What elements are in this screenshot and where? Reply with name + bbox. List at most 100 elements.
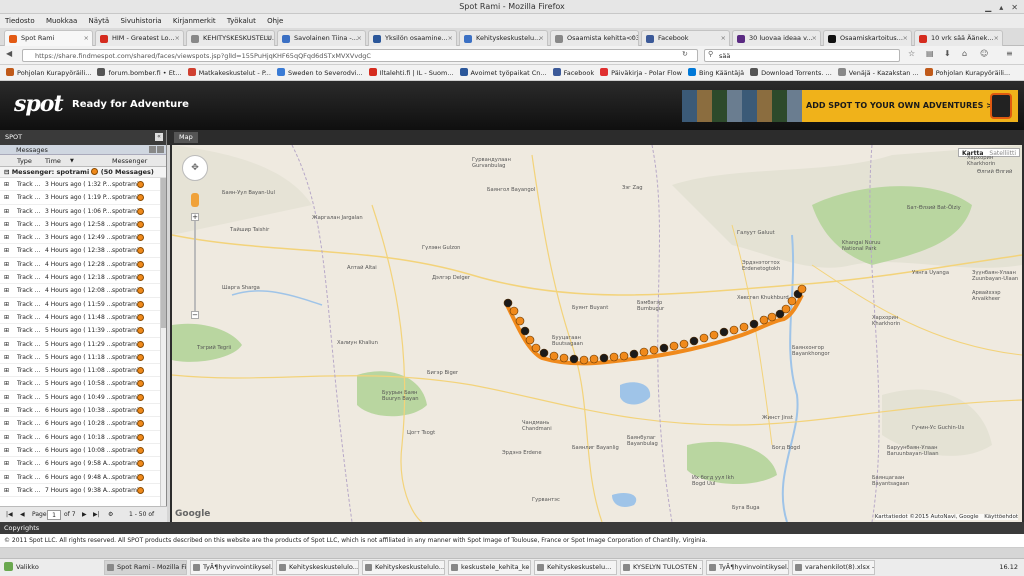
row-expand-icon[interactable]: ⊞: [4, 417, 9, 430]
message-row[interactable]: ⊞ Track ... 4 Hours ago ( 11:48 ... spotram…: [0, 311, 160, 325]
track-point-marker[interactable]: [609, 352, 619, 362]
track-point-marker[interactable]: [531, 343, 541, 353]
track-point-marker[interactable]: [749, 319, 759, 329]
tab-7[interactable]: Facebook ×: [641, 30, 730, 46]
next-page-icon[interactable]: ▶: [82, 507, 87, 523]
taskbar-item[interactable]: Spot Rami - Mozilla Fi...: [104, 560, 187, 575]
bookmark-item[interactable]: Päiväkirja - Polar Flow: [600, 65, 682, 80]
row-expand-icon[interactable]: ⊞: [4, 284, 9, 297]
tab-10[interactable]: 10 vrk sää Äänek... ×: [914, 30, 1003, 46]
terms-link[interactable]: Käyttöehdot: [984, 514, 1018, 520]
tab-0[interactable]: Spot Rami ×: [4, 30, 93, 46]
bookmark-item[interactable]: Iltalehti.fi | IL - Suom...: [368, 65, 454, 80]
track-point-marker[interactable]: [520, 326, 530, 336]
messenger-group[interactable]: ⊟ Messenger: spotrami (50 Messages): [0, 167, 166, 178]
expand-icon[interactable]: ⊟: [4, 168, 9, 176]
message-row[interactable]: ⊞ Track ... 4 Hours ago ( 12:28 ... spotram…: [0, 258, 160, 272]
row-expand-icon[interactable]: ⊞: [4, 404, 9, 417]
bookmark-item[interactable]: Avoimet työpaikat Cn...: [459, 65, 547, 80]
spot-logo[interactable]: spot: [14, 91, 64, 117]
message-row[interactable]: ⊞ Track ... 6 Hours ago ( 10:18 ... spotram…: [0, 431, 160, 444]
row-expand-icon[interactable]: ⊞: [4, 457, 9, 470]
track-point-marker[interactable]: [729, 325, 739, 335]
menu-tools[interactable]: Työkalut: [227, 17, 256, 25]
tab-5[interactable]: Kehityskeskustelu... ×: [459, 30, 548, 46]
menu-edit[interactable]: Muokkaa: [46, 17, 77, 25]
row-expand-icon[interactable]: ⊞: [4, 298, 9, 311]
bookmark-item[interactable]: Pohjolan Kurapyöräili...: [924, 65, 1010, 80]
bookmark-star-icon[interactable]: ☆: [908, 49, 915, 58]
taskbar-item[interactable]: Kehityskeskustelulo...: [362, 560, 445, 575]
tab-close-icon[interactable]: ×: [448, 31, 453, 46]
message-row[interactable]: ⊞ Track ... 5 Hours ago ( 11:08 ... spotram…: [0, 364, 160, 378]
message-row[interactable]: ⊞ Track ... 3 Hours ago ( 1:06 P... spotram…: [0, 205, 160, 218]
track-point-marker[interactable]: [539, 348, 549, 358]
row-expand-icon[interactable]: ⊞: [4, 484, 9, 497]
menu-view[interactable]: Näytä: [89, 17, 110, 25]
taskbar-item[interactable]: TyÃ¶hyvinvointikysel...: [706, 560, 789, 575]
last-page-icon[interactable]: ▶|: [93, 507, 100, 523]
menu-file[interactable]: Tiedosto: [5, 17, 35, 25]
row-expand-icon[interactable]: ⊞: [4, 205, 9, 218]
tab-close-icon[interactable]: ×: [175, 31, 180, 46]
row-expand-icon[interactable]: ⊞: [4, 338, 9, 351]
maximize-icon[interactable]: ▴: [999, 3, 1003, 12]
row-expand-icon[interactable]: ⊞: [4, 244, 9, 257]
taskbar-item[interactable]: varahenkilot(8).xlsx - ...: [792, 560, 875, 575]
track-point-marker[interactable]: [719, 327, 729, 337]
message-row[interactable]: ⊞ Track ... 4 Hours ago ( 12:08 ... spotram…: [0, 284, 160, 298]
track-point-marker[interactable]: [599, 353, 609, 363]
menu-bookmarks[interactable]: Kirjanmerkit: [173, 17, 216, 25]
url-bar[interactable]: https://share.findmespot.com/shared/face…: [22, 49, 698, 62]
reload-icon[interactable]: ↻: [682, 50, 688, 58]
tab-close-icon[interactable]: ×: [266, 31, 271, 46]
bookmark-item[interactable]: Sweden to Severodvi...: [276, 65, 363, 80]
track-point-marker[interactable]: [503, 298, 513, 308]
tab-close-icon[interactable]: ×: [539, 31, 544, 46]
track-point-marker[interactable]: [659, 343, 669, 353]
home-icon[interactable]: ⌂: [962, 49, 967, 58]
tab-8[interactable]: 30 luovaa ideaa v... ×: [732, 30, 821, 46]
back-icon[interactable]: ◀: [6, 49, 12, 58]
bookmark-item[interactable]: Venäjä - Kazakstan ...: [837, 65, 919, 80]
menu-help[interactable]: Ohje: [267, 17, 283, 25]
track-point-marker[interactable]: [619, 351, 629, 361]
taskbar-item[interactable]: Kehityskeskustelu...: [534, 560, 617, 575]
row-expand-icon[interactable]: ⊞: [4, 364, 9, 377]
refresh-icon[interactable]: [157, 146, 164, 153]
row-expand-icon[interactable]: ⊞: [4, 444, 9, 457]
message-row[interactable]: ⊞ Track ... 3 Hours ago ( 1:19 P... spotram…: [0, 191, 160, 205]
track-point-marker[interactable]: [549, 351, 559, 361]
zoom-in-icon[interactable]: +: [191, 213, 199, 221]
row-expand-icon[interactable]: ⊞: [4, 351, 9, 364]
message-row[interactable]: ⊞ Track ... 6 Hours ago ( 9:58 A... spotram…: [0, 457, 160, 471]
track-point-marker[interactable]: [699, 333, 709, 343]
tab-1[interactable]: HIM - Greatest Lo... ×: [95, 30, 184, 46]
col-type[interactable]: Type: [17, 155, 32, 167]
page-input[interactable]: 1: [47, 510, 61, 520]
row-expand-icon[interactable]: ⊞: [4, 431, 9, 444]
track-point-marker[interactable]: [525, 335, 535, 345]
message-row[interactable]: ⊞ Track ... 5 Hours ago ( 10:58 ... spotram…: [0, 377, 160, 391]
message-row[interactable]: ⊞ Track ... 4 Hours ago ( 12:18 ... spotram…: [0, 271, 160, 285]
track-point-marker[interactable]: [509, 306, 519, 316]
row-expand-icon[interactable]: ⊞: [4, 191, 9, 204]
track-point-marker[interactable]: [559, 353, 569, 363]
close-icon[interactable]: ✕: [1011, 3, 1018, 12]
row-expand-icon[interactable]: ⊞: [4, 231, 9, 244]
tab-close-icon[interactable]: ×: [357, 31, 362, 46]
bookmark-item[interactable]: forum.bomber.fi • Et...: [97, 65, 182, 80]
zoom-slider[interactable]: [194, 221, 196, 311]
menu-history[interactable]: Sivuhistoria: [120, 17, 161, 25]
tab-close-icon[interactable]: ×: [84, 31, 89, 46]
message-row[interactable]: ⊞ Track ... 6 Hours ago ( 10:38 ... spotram…: [0, 404, 160, 418]
row-expand-icon[interactable]: ⊞: [4, 377, 9, 390]
bookmark-item[interactable]: Facebook: [552, 65, 594, 80]
pan-control-icon[interactable]: ✥: [182, 155, 208, 181]
row-expand-icon[interactable]: ⊞: [4, 311, 9, 324]
track-point-marker[interactable]: [797, 284, 807, 294]
prev-page-icon[interactable]: ◀: [20, 507, 25, 523]
chat-icon[interactable]: ☺: [980, 49, 988, 58]
taskbar-item[interactable]: TyÃ¶hyvinvointikysel...: [190, 560, 273, 575]
map-tab[interactable]: Map: [174, 132, 198, 143]
